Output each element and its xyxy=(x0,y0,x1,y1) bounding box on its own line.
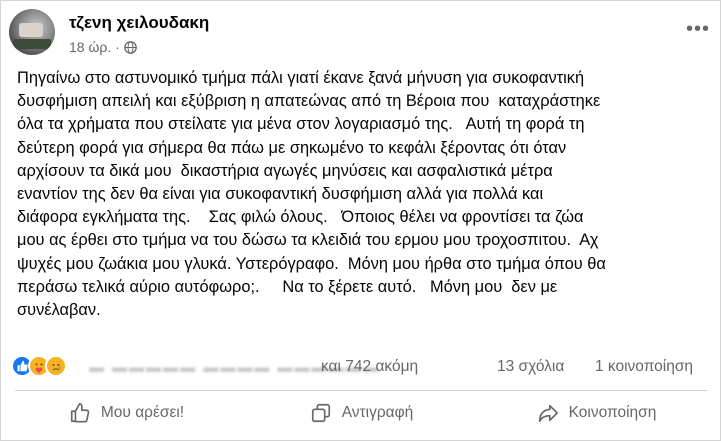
post-actions: Μου αρέσει! Αντιγραφή Κοινοποίηση xyxy=(9,392,714,434)
post-time[interactable]: 18 ώρ. · xyxy=(69,39,120,55)
share-icon xyxy=(538,404,558,423)
copy-button-label: Αντιγραφή xyxy=(341,404,414,421)
share-button-label: Κοινοποίηση xyxy=(568,404,657,421)
shares-count[interactable]: 1 κοινοποίηση xyxy=(595,358,693,376)
post-header: τζενη χειλουδακη 18 ώρ. · ••• xyxy=(9,9,714,57)
comments-count[interactable]: 13 σχόλια xyxy=(497,358,564,376)
divider xyxy=(15,390,707,391)
more-horizontal-icon[interactable]: ••• xyxy=(686,19,710,39)
share-button[interactable]: Κοινοποίηση xyxy=(479,392,714,434)
copy-icon xyxy=(311,403,330,423)
globe-icon xyxy=(123,40,137,54)
thumbs-up-icon xyxy=(70,403,90,423)
copy-button[interactable]: Αντιγραφή xyxy=(244,392,479,434)
post-text: Πηγαίνω στο αστυνομικό τμήμα πάλι γιατί … xyxy=(17,69,606,320)
author-name[interactable]: τζενη χειλουδακη xyxy=(69,13,209,33)
facebook-post: τζενη χειλουδακη 18 ώρ. · ••• Πηγαίνω στ… xyxy=(0,0,721,441)
like-button-label: Μου αρέσει! xyxy=(100,404,185,421)
reactions-summary[interactable] xyxy=(11,355,67,377)
like-button[interactable]: Μου αρέσει! xyxy=(9,392,244,434)
post-stats: ▬ ▬▬▬▬▬ ▬▬▬▬ ▬▬▬▬▬▬ και 742 ακόμη 13 σχό… xyxy=(9,353,714,383)
reactions-count[interactable]: και 742 ακόμη xyxy=(321,358,418,376)
sad-reaction-icon xyxy=(45,355,67,377)
post-meta: 18 ώρ. · xyxy=(69,39,137,55)
avatar[interactable] xyxy=(9,9,55,55)
